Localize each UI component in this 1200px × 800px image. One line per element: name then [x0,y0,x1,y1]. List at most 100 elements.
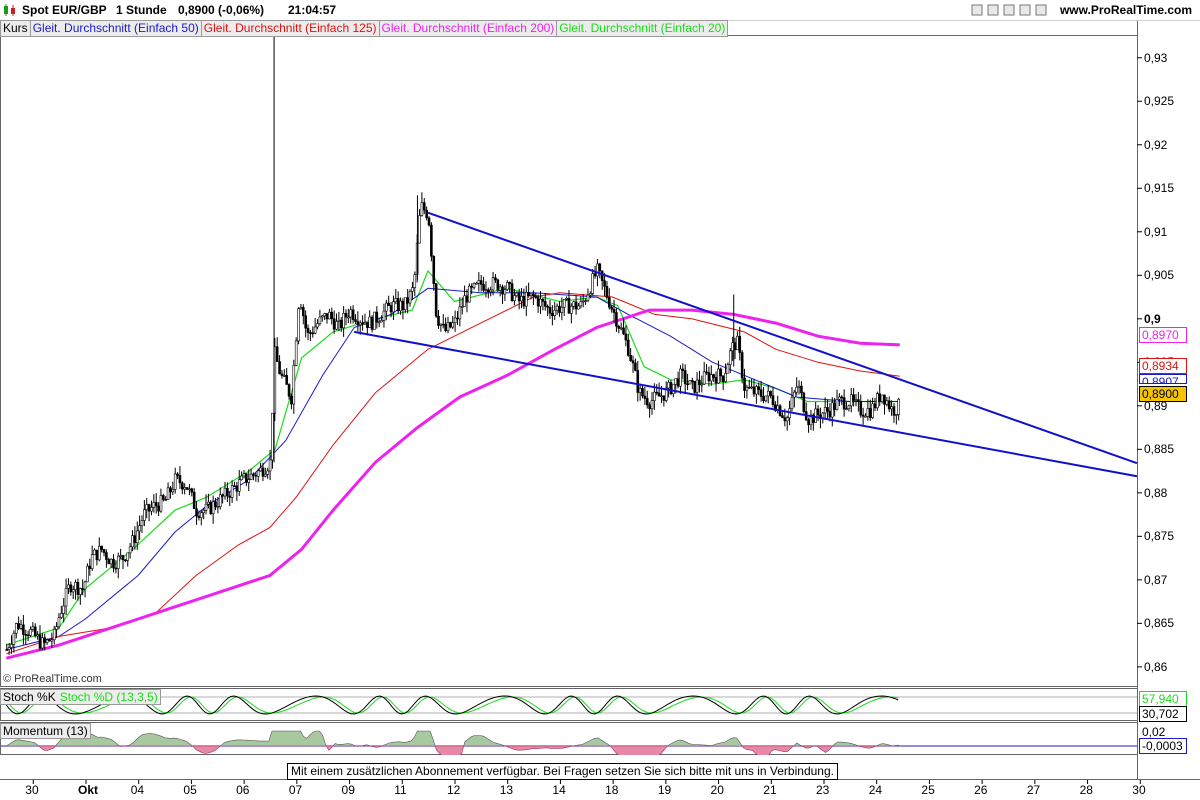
candle-body [176,473,179,476]
candle-body [256,470,260,477]
candle-body [814,408,817,423]
candle-body [714,377,718,384]
candle-body [385,302,388,312]
candle-body [607,297,611,308]
candle-body [672,383,675,394]
candle-body [399,300,402,312]
stoch-d-tag: 30,702 [1139,706,1187,722]
candle-body [795,386,799,393]
candle-body [558,305,561,313]
candle-body [653,391,656,401]
candle-body [897,399,901,415]
candle-body [223,487,227,497]
candle-body [299,307,303,310]
time-label: 21:04:57 [288,3,337,17]
candle-body [309,332,312,334]
candle-body [574,301,578,310]
candle-body [717,368,720,384]
candle-body [724,372,727,382]
candle-body [188,488,191,491]
candle-body [271,412,274,461]
x-tick-label: 30 [1132,783,1146,797]
chart-canvas [0,20,1200,784]
subscription-notice[interactable]: Mit einem zusätzlichen Abonnement verfüg… [287,763,838,780]
candle-body [702,371,706,385]
y-tick-label: 0,885 [1144,442,1175,457]
website-link[interactable]: www.ProRealTime.com [1060,3,1192,17]
legend-ma125[interactable]: Gleit. Durchschnitt (Einfach 125) [202,21,380,36]
candle-body [783,417,787,422]
legend-ma20[interactable]: Gleit. Durchschnitt (Einfach 20) [557,21,727,36]
candle-body [31,626,35,630]
candle-body [857,399,860,402]
candle-body [883,394,886,405]
legend-price[interactable]: Kurs [1,21,31,36]
candle-body [513,295,516,301]
timeframe-label[interactable]: 1 Stunde [116,3,167,17]
candle-body [320,315,324,318]
y-tick-label: 0,875 [1144,529,1175,544]
candle-body [354,319,357,322]
candle-body [422,202,426,211]
price-panel-border [0,35,1138,687]
last-price-tag: 0,8900 [1139,386,1187,402]
candle-body [570,305,573,314]
chart-frame [0,20,1200,780]
candle-body [100,545,103,550]
legend-ma200[interactable]: Gleit. Durchschnitt (Einfach 200) [380,21,558,36]
candle-body [854,399,858,401]
candle-body [121,555,125,561]
candle-body [36,634,39,637]
x-tick-label: 18 [605,783,619,797]
stoch-k-label[interactable]: Stoch %K [1,690,58,704]
legend-ma50[interactable]: Gleit. Durchschnitt (Einfach 50) [31,21,202,36]
candle-body [347,316,350,319]
candle-body [26,634,30,637]
candle-body [178,475,182,484]
candle-body [74,582,77,590]
candle-body [529,293,533,297]
candle-body [304,315,307,329]
candle-body [280,373,284,376]
x-tick-label: 21 [763,783,777,797]
candle-body [330,311,334,320]
candle-body [373,311,376,330]
candle-body [62,605,66,614]
candle-body [143,509,146,521]
candle-body [10,644,13,648]
candle-body [342,313,345,329]
candle-body [543,301,547,307]
candle-body [425,209,428,219]
candle-body [449,322,452,328]
candle-body [221,494,224,497]
candle-body [52,628,56,641]
candle-body [71,589,75,593]
candle-body [264,473,267,477]
window-controls-icon[interactable] [970,3,1050,17]
candle-body [38,634,42,649]
candle-body [456,317,459,320]
candle-body [252,473,255,476]
x-tick-label: 14 [552,783,566,797]
candle-body [598,263,602,272]
y-tick-label: 0,88 [1144,485,1168,500]
momentum-label[interactable]: Momentum (13) [1,724,90,738]
candle-body [413,274,417,289]
candle-body [133,535,137,544]
candle-body [370,316,374,330]
stoch-d-label[interactable]: Stoch %D (13,3,5) [58,690,160,704]
candle-body [484,289,488,292]
y-tick-label: 0,87 [1144,572,1168,587]
candle-body [114,567,118,570]
candle-body [679,368,682,387]
candle-body [209,501,213,514]
candle-body [698,379,701,385]
candle-body [517,292,521,302]
candle-body [382,310,386,321]
candle-body [294,340,298,366]
x-tick-label: 06 [236,783,250,797]
x-tick-label: 23 [815,783,830,797]
candle-body [169,487,172,493]
candle-body [242,473,246,477]
candle-body [700,383,704,386]
